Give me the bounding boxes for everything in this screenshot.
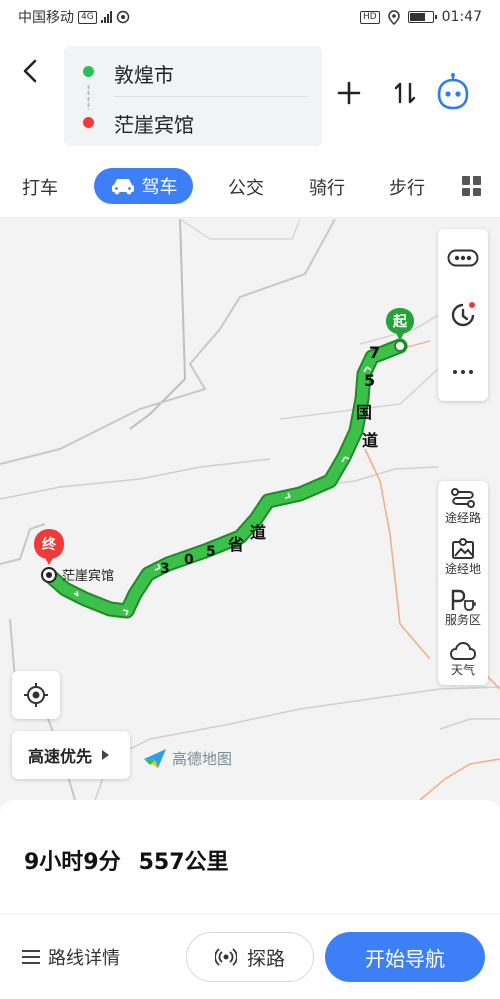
via-road-label: 途经路	[444, 511, 481, 525]
destination-map-label: 茫崖宾馆	[62, 569, 115, 584]
voice-assistant-icon[interactable]	[434, 72, 472, 112]
weather-label: 天气	[450, 663, 475, 677]
end-dot-icon	[83, 117, 94, 128]
route-input-box: 敦煌市 茫崖宾馆	[64, 46, 322, 146]
route-preference-button[interactable]: 高速优先	[12, 731, 130, 779]
list-icon	[22, 950, 40, 964]
tab-drive-label: 驾车	[141, 177, 178, 198]
road-label-char: 5	[206, 544, 216, 560]
via-place-icon	[452, 538, 474, 559]
route-preference-label: 高速优先	[28, 747, 93, 766]
route-duration: 9小时9分	[24, 850, 121, 875]
car-icon	[111, 179, 134, 195]
svg-text:起: 起	[392, 313, 408, 330]
start-navigation-label: 开始导航	[365, 946, 445, 971]
my-location-button[interactable]	[12, 671, 60, 719]
service-area-label: 服务区	[444, 613, 481, 627]
road-label-char: 国	[356, 403, 373, 422]
weather-button[interactable]: 天气	[438, 634, 488, 685]
traffic-toggle-button[interactable]	[438, 229, 488, 286]
route-connector	[87, 84, 90, 110]
broadcast-icon	[214, 948, 237, 966]
timing-button[interactable]	[438, 286, 488, 343]
start-dot-icon	[83, 66, 94, 77]
route-distance: 557公里	[138, 850, 229, 875]
add-waypoint-icon[interactable]	[334, 78, 364, 108]
map-tools-panel	[438, 229, 488, 401]
location-status-icon	[387, 9, 400, 25]
more-modes-grid-icon[interactable]	[462, 176, 482, 196]
transport-mode-tabs: 打车 驾车 公交 骑行 步行	[0, 154, 500, 218]
route-details-label: 路线详情	[48, 948, 120, 969]
amap-logo-icon	[144, 749, 166, 768]
hd-badge: HD	[359, 10, 380, 24]
road-label-char: 3	[160, 561, 170, 577]
clock: 01:47	[441, 9, 482, 25]
explore-label: 探路	[246, 947, 285, 970]
via-road-button[interactable]: 途经路	[438, 481, 488, 532]
route-details-button[interactable]: 路线详情	[22, 944, 120, 970]
route-summary: 9小时9分 557公里	[24, 844, 229, 876]
map-canvas: 起 终	[0, 219, 500, 800]
tab-bike[interactable]: 骑行	[309, 174, 345, 200]
traffic-icon	[447, 249, 479, 266]
carrier-name: 中国移动	[18, 10, 74, 26]
road-label-char: 5	[364, 371, 376, 390]
network-type-badge: 4G	[78, 10, 97, 24]
svg-text:终: 终	[42, 536, 57, 553]
brand-logo: 高德地图	[142, 747, 232, 769]
map-boundaries	[0, 219, 500, 800]
more-dots-icon	[453, 369, 473, 374]
route-summary-sheet: 9小时9分 557公里 路线详情 探路 开始导航	[0, 800, 500, 999]
explore-route-button[interactable]: 探路	[186, 932, 314, 982]
road-label-char: 0	[184, 552, 194, 568]
service-area-icon	[451, 589, 476, 611]
map-view[interactable]: 起 终 茫崖宾馆 7 5 国 道 3 0 5 省 道 途经路 途经地 服务区 天…	[0, 219, 500, 800]
status-bar: 中国移动 4G HD 01:47	[0, 0, 500, 34]
via-road-icon	[451, 488, 475, 508]
triangle-right-icon	[102, 750, 110, 760]
end-location-field[interactable]: 茫崖宾馆	[114, 109, 194, 138]
app-notification-icon	[116, 10, 129, 24]
road-label-char: 7	[369, 343, 381, 362]
crosshair-icon	[24, 683, 48, 707]
signal-icon	[100, 11, 112, 23]
weather-cloud-icon	[449, 641, 477, 660]
clock-alert-icon	[451, 301, 475, 326]
route-tools-panel: 途经路 途经地 服务区 天气	[438, 481, 488, 685]
via-place-button[interactable]: 途经地	[438, 532, 488, 583]
more-tools-button[interactable]	[438, 343, 488, 400]
road-label-char: 道	[250, 523, 267, 542]
brand-name: 高德地图	[172, 749, 233, 768]
battery-icon	[407, 11, 437, 23]
tab-drive[interactable]: 驾车	[94, 168, 193, 204]
start-navigation-button[interactable]: 开始导航	[325, 932, 485, 982]
road-label-char: 道	[362, 431, 379, 450]
battery-level	[409, 13, 426, 21]
road-label-char: 省	[228, 535, 245, 554]
end-marker[interactable]: 终	[34, 529, 64, 583]
sheet-divider	[0, 913, 500, 914]
service-area-button[interactable]: 服务区	[438, 583, 488, 634]
tab-bus[interactable]: 公交	[228, 174, 264, 200]
route-field-divider	[114, 96, 308, 97]
route-header: 敦煌市 茫崖宾馆	[0, 34, 500, 154]
via-place-label: 途经地	[444, 562, 481, 576]
tab-walk[interactable]: 步行	[389, 174, 425, 200]
tab-taxi[interactable]: 打车	[22, 174, 58, 200]
swap-route-icon[interactable]	[390, 78, 420, 108]
back-arrow-icon[interactable]	[16, 56, 46, 86]
start-location-field[interactable]: 敦煌市	[114, 59, 174, 88]
